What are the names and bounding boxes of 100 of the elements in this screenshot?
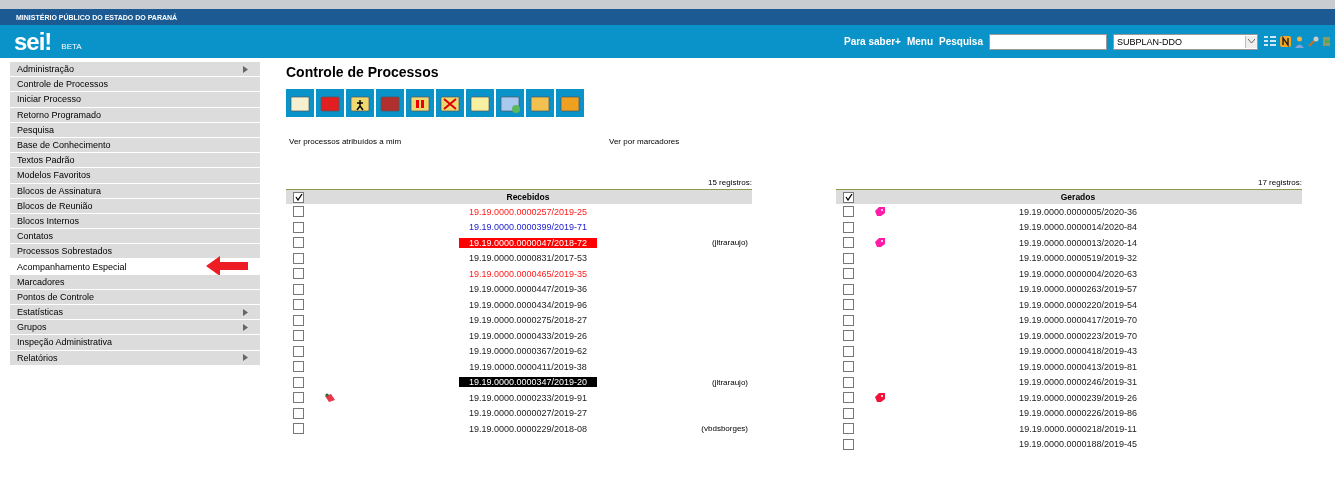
row-checkbox[interactable] [293,206,304,218]
sidebar-item[interactable]: Retorno Programado [10,107,260,122]
sidebar-item[interactable]: Grupos [10,320,260,335]
row-checkbox[interactable] [843,345,854,357]
process-number-link[interactable]: 19.19.0000.0000239/2019-26 [1008,392,1148,403]
pointer-arrow-icon [206,256,248,277]
row-checkbox[interactable] [843,330,854,342]
sidebar-item[interactable]: Blocos de Reunião [10,198,260,213]
row-checkbox[interactable] [843,206,854,218]
sidebar-item[interactable]: Modelos Favoritos [10,168,260,183]
search-field[interactable] [989,33,1107,50]
sidebar-item[interactable]: Marcadores [10,274,260,289]
process-number-link[interactable]: 19.19.0000.0000229/2018-08 [458,423,598,434]
row-checkbox[interactable] [293,299,304,311]
row-checkbox[interactable] [843,314,854,326]
filter-link[interactable]: Ver processos atribuídos a mim [289,137,609,146]
sidebar-item[interactable]: Estatísticas [10,305,260,320]
row-checkbox[interactable] [843,299,854,311]
row-checkbox[interactable] [293,268,304,280]
process-number-link[interactable]: 19.19.0000.0000418/2019-43 [1008,346,1148,357]
row-checkbox[interactable] [293,221,304,233]
select-all-checkbox[interactable] [293,191,304,203]
row-checkbox[interactable] [843,237,854,249]
process-number-link[interactable]: 19.19.0000.0000465/2019-35 [458,268,598,279]
process-number-link[interactable]: 19.19.0000.0000275/2018-27 [458,315,598,326]
row-checkbox[interactable] [843,438,854,450]
toolbar-button[interactable] [466,89,494,117]
column-heading: Recebidos [505,192,551,202]
row-checkbox[interactable] [843,376,854,388]
sidebar-item[interactable]: Administração [10,62,260,77]
row-checkbox[interactable] [293,361,304,373]
process-number-link[interactable]: 19.19.0000.0000004/2020-63 [1008,268,1148,279]
process-number-link[interactable]: 19.19.0000.0000005/2020-36 [1008,206,1148,217]
row-checkbox[interactable] [293,330,304,342]
row-checkbox[interactable] [293,314,304,326]
process-number-link[interactable]: 19.19.0000.0000433/2019-26 [458,330,598,341]
process-number-link[interactable]: 19.19.0000.0000246/2019-31 [1008,377,1148,388]
select-all-checkbox[interactable] [843,191,854,203]
row-checkbox[interactable] [843,392,854,404]
row-checkbox[interactable] [843,361,854,373]
row-checkbox[interactable] [293,283,304,295]
record-count: 17 registros: [1256,178,1302,189]
sidebar-item[interactable]: Pesquisa [10,122,260,137]
process-number-link[interactable]: 19.19.0000.0000047/2018-72 [458,237,598,248]
list-icon[interactable] [1264,36,1276,47]
process-number-link[interactable]: 19.19.0000.0000223/2019-70 [1008,330,1148,341]
sidebar-item[interactable]: Textos Padrão [10,153,260,168]
row-checkbox[interactable] [843,252,854,264]
sidebar-item[interactable]: Processos Sobrestados [10,244,260,259]
sidebar-item[interactable]: Relatórios [10,350,260,365]
sidebar-item[interactable]: Base de Conhecimento [10,137,260,153]
process-number-link[interactable]: 19.19.0000.0000347/2019-20 [458,377,598,388]
process-number-link[interactable]: 19.19.0000.0000013/2020-14 [1008,237,1148,248]
row-checkbox[interactable] [843,221,854,233]
row-checkbox[interactable] [293,376,304,388]
notification-icon[interactable] [1280,36,1291,47]
row-checkbox[interactable] [843,407,854,419]
process-number-link[interactable]: 19.19.0000.0000417/2019-70 [1008,315,1148,326]
process-number-link[interactable]: 19.19.0000.0000218/2019-11 [1009,423,1147,434]
process-number-link[interactable]: 19.19.0000.0000014/2020-84 [1008,222,1148,233]
process-number-link[interactable]: 19.19.0000.0000233/2019-91 [458,392,598,403]
process-number-link[interactable]: 19.19.0000.0000220/2019-54 [1008,299,1148,310]
process-number-link[interactable]: 19.19.0000.0000434/2019-96 [458,299,598,310]
row-checkbox[interactable] [293,345,304,357]
unit-select[interactable]: SUBPLAN-DDO [1113,33,1258,50]
row-checkbox[interactable] [843,423,854,435]
sidebar-item[interactable]: Controle de Processos [10,77,260,92]
row-checkbox[interactable] [293,407,304,419]
sidebar-item[interactable]: Pontos de Controle [10,289,260,304]
toolbar-button[interactable] [286,89,314,117]
process-number-link[interactable]: 19.19.0000.0000447/2019-36 [458,284,598,295]
process-number-link[interactable]: 19.19.0000.0000367/2019-62 [458,346,598,357]
process-number-link[interactable]: 19.19.0000.0000263/2019-57 [1008,284,1148,295]
process-number-link[interactable]: 19.19.0000.0000411/2019-38 [459,361,597,372]
row-checkbox[interactable] [293,252,304,264]
wrench-icon[interactable] [1308,36,1319,47]
process-number-link[interactable]: 19.19.0000.0000399/2019-71 [458,222,598,233]
submenu-arrow-icon [243,65,248,73]
process-number-link[interactable]: 19.19.0000.0000226/2019-86 [1008,408,1148,419]
process-number-link[interactable]: 19.19.0000.0000027/2019-27 [458,408,598,419]
row-checkbox[interactable] [293,423,304,435]
sidebar-item[interactable]: Iniciar Processo [10,92,260,107]
process-number-link[interactable]: 19.19.0000.0000188/2019-45 [1008,439,1148,450]
process-number-link[interactable]: 19.19.0000.0000413/2019-81 [1008,361,1148,372]
sidebar-item[interactable]: Contatos [10,229,260,244]
process-number-link[interactable]: 19.19.0000.0000257/2019-25 [458,206,598,217]
process-number-link[interactable]: 19.19.0000.0000831/2017-53 [458,253,598,264]
assigned-user: (jltraraujo) [712,377,748,387]
row-checkbox[interactable] [293,392,304,404]
row-checkbox[interactable] [293,237,304,249]
sidebar-item[interactable]: Inspeção Administrativa [10,335,260,350]
toolbar-button[interactable] [346,89,374,117]
process-number-link[interactable]: 19.19.0000.0000519/2019-32 [1008,253,1148,264]
row-checkbox[interactable] [843,283,854,295]
filter-link[interactable]: Ver por marcadores [609,137,929,146]
column-heading: Gerados [1059,192,1097,202]
logo: sei! [14,29,52,54]
sidebar-item[interactable]: Blocos de Assinatura [10,183,260,198]
row-checkbox[interactable] [843,268,854,280]
sidebar-item[interactable]: Blocos Internos [10,213,260,229]
